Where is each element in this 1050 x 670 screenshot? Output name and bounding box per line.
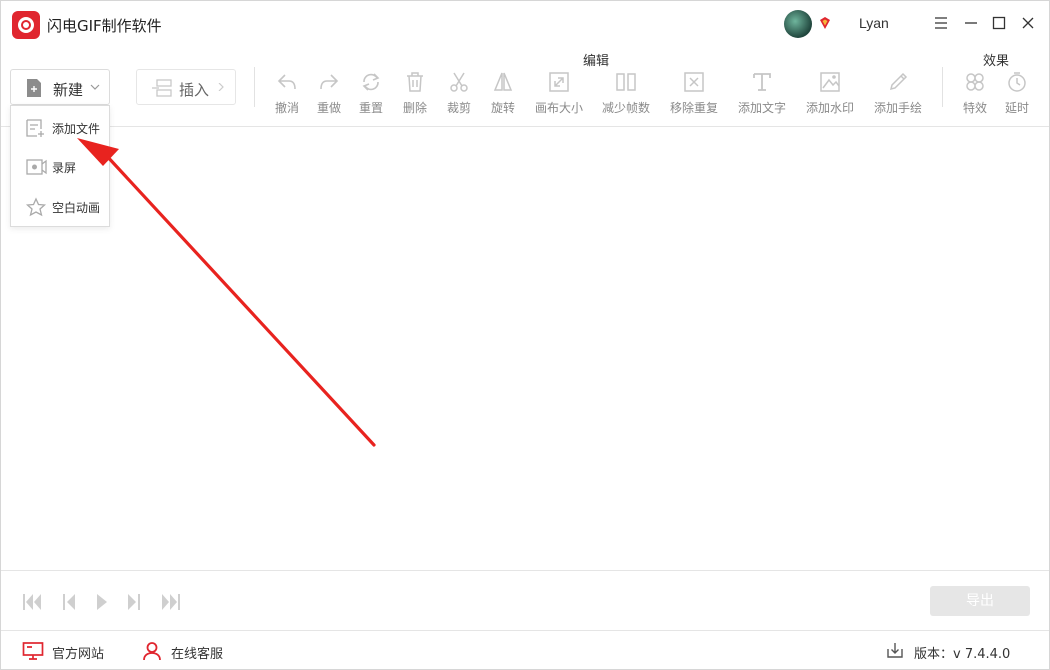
user-support-icon [143,642,161,661]
new-file-icon [27,79,41,97]
add-drawing-button[interactable]: 添加手绘 [871,69,925,119]
online-support-label: 在线客服 [171,647,224,662]
menu-item-add-file[interactable]: 添加文件 [11,110,109,146]
add-file-icon [26,119,44,137]
tool-label: 裁剪 [446,101,471,115]
insert-button[interactable]: 插入 [136,69,236,105]
tool-label: 重做 [316,101,341,115]
username[interactable]: Lyan [859,15,889,31]
menu-item-screen-record[interactable]: 录屏 [11,149,109,185]
delete-button[interactable]: 删除 [397,69,433,119]
previous-frame-icon[interactable] [58,591,80,613]
tool-label: 添加水印 [805,101,854,115]
tool-label: 删除 [402,101,427,115]
remove-duplicates-icon [684,72,704,92]
add-drawing-icon [889,72,908,91]
rotate-icon [493,72,513,91]
reset-icon [362,73,380,91]
menu-item-label: 添加文件 [52,122,101,136]
remove-duplicates-button[interactable]: 移除重复 [667,69,721,119]
insert-button-label: 插入 [179,81,210,99]
tool-label: 重置 [358,101,383,115]
effects-button[interactable]: 特效 [957,69,993,119]
add-watermark-icon [820,72,840,92]
menu-item-label: 录屏 [52,161,77,175]
delay-button[interactable]: 延时 [999,69,1035,119]
reduce-frames-icon [616,73,636,91]
canvas-size-icon [549,72,569,92]
next-frame-icon[interactable] [123,591,145,613]
tool-label: 画布大小 [534,101,583,115]
minimize-icon[interactable] [961,13,981,33]
screen-record-icon [26,159,47,175]
tool-label: 延时 [1004,101,1029,115]
delay-icon [1008,72,1026,92]
reduce-frames-button[interactable]: 减少帧数 [599,69,653,119]
redo-icon [320,74,339,90]
reset-button[interactable]: 重置 [353,69,389,119]
monitor-icon [22,642,44,660]
app-title: 闪电GIF制作软件 [47,17,162,35]
playback-bar: 导出 [1,570,1049,630]
tool-label: 移除重复 [669,101,718,115]
chevron-down-icon [90,84,100,90]
tool-label: 旋转 [490,101,515,115]
effects-section-label: 效果 [983,54,1010,69]
maximize-icon[interactable] [989,13,1009,33]
official-website-label: 官方网站 [52,647,105,662]
new-dropdown-menu: 添加文件 录屏 空白动画 [10,105,110,227]
canvas-size-button[interactable]: 画布大小 [532,69,586,119]
menu-item-blank-animation[interactable]: 空白动画 [11,189,109,225]
delete-icon [407,72,423,92]
tool-label: 撤消 [274,101,299,115]
export-button[interactable]: 导出 [930,586,1030,616]
new-button[interactable]: 新建 [10,69,110,105]
play-icon[interactable] [91,591,113,613]
tool-label: 添加文字 [737,101,786,115]
scissors-icon [450,72,468,92]
toolbar-divider [254,67,255,107]
skip-to-start-icon[interactable] [21,591,43,613]
crop-button[interactable]: 裁剪 [441,69,477,119]
vip-diamond-icon[interactable] [818,16,832,30]
undo-button[interactable]: 撤消 [269,69,305,119]
footer: 官方网站 在线客服 版本：v 7.4.4.0 [1,630,1049,670]
undo-icon [277,74,296,90]
tool-label: 添加手绘 [873,101,922,115]
toolbar-divider [942,67,943,107]
rotate-button[interactable]: 旋转 [485,69,521,119]
edit-section-label: 编辑 [583,54,610,69]
effects-icon [966,73,984,91]
menu-icon[interactable] [931,13,951,33]
add-text-icon [753,73,771,91]
app-logo-icon [12,11,40,39]
version-text: 版本：v 7.4.4.0 [914,647,1011,662]
close-icon[interactable] [1018,13,1038,33]
toolbar: 编辑 效果 新建 插入 撤消 重做 重置 删除 裁剪 旋转 画布大小 减少帧数 … [1,47,1049,127]
tool-label: 减少帧数 [601,101,650,115]
title-bar: 闪电GIF制作软件 Lyan [1,1,1049,47]
menu-item-label: 空白动画 [52,201,101,215]
add-watermark-button[interactable]: 添加水印 [803,69,857,119]
user-avatar[interactable] [784,10,812,38]
blank-animation-icon [25,197,47,217]
redo-button[interactable]: 重做 [311,69,347,119]
chevron-right-icon [218,83,224,91]
new-button-label: 新建 [53,81,84,99]
download-icon [887,643,903,658]
app-window: 闪电GIF制作软件 Lyan 编辑 效果 新建 插入 撤消 重做 重置 删除 裁… [0,0,1050,670]
tool-label: 特效 [962,101,987,115]
skip-to-end-icon[interactable] [160,591,182,613]
insert-icon [152,79,172,97]
add-text-button[interactable]: 添加文字 [735,69,789,119]
